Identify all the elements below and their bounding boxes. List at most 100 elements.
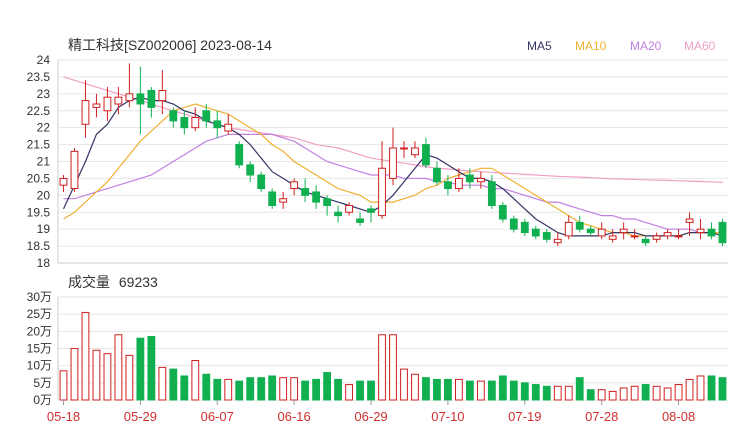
candle: [674, 229, 683, 240]
candle-body: [520, 221, 529, 234]
volume-tick-label: 25万: [27, 307, 52, 321]
candle-body: [652, 235, 661, 240]
candle-body: [103, 96, 112, 112]
volume-bar: [70, 348, 79, 401]
price-tick-label: 18: [37, 256, 51, 270]
candle-body: [564, 221, 573, 237]
volume-bar: [136, 337, 145, 401]
stock-chart-svg: 精工科技[SZ002006] 2023-08-14 MA5 MA10 MA20 MA6…: [27, 37, 728, 424]
volume-bar: [389, 334, 397, 401]
candle-body: [367, 208, 375, 213]
candle: [520, 219, 529, 236]
volume-bar: [180, 375, 189, 401]
volume-bar: [465, 380, 474, 401]
volume-bar: [367, 380, 375, 401]
candle: [70, 147, 79, 192]
volume-tick-label: 5万: [33, 376, 52, 390]
candle: [542, 229, 551, 243]
volume-bar: [674, 384, 683, 401]
candle: [422, 137, 430, 169]
price-tick-label: 21: [37, 155, 51, 169]
candle-body: [114, 96, 123, 105]
candle-body: [158, 89, 167, 102]
price-tick-label: 20.5: [27, 171, 51, 185]
candle-body: [454, 177, 463, 190]
candle: [169, 107, 178, 128]
volume-bar: [663, 387, 672, 401]
candle: [268, 188, 277, 209]
volume-bar: [378, 334, 386, 401]
candle-body: [586, 228, 595, 234]
volume-bar: [59, 370, 68, 401]
candle-body: [312, 191, 321, 203]
candle: [257, 171, 266, 192]
volume-bar: [411, 373, 419, 401]
volume-bar: [235, 380, 244, 401]
volume-bar: [81, 311, 90, 401]
candle-body: [696, 228, 705, 234]
volume-bar: [608, 390, 617, 401]
candle-body: [553, 238, 562, 244]
candle-body: [290, 181, 299, 190]
volume-bar: [586, 389, 595, 401]
candle-body: [180, 117, 189, 129]
candle-body: [531, 228, 540, 237]
volume-bar: [323, 372, 332, 401]
volume-bar: [158, 366, 167, 401]
candle-body: [674, 235, 683, 238]
candle: [367, 205, 375, 223]
candle-body: [125, 93, 134, 102]
candle-body: [345, 204, 353, 213]
volume-tick-label: 0万: [33, 393, 52, 407]
volume-bar: [114, 334, 123, 401]
volume-bar: [224, 378, 233, 401]
volume-bar: [641, 384, 650, 401]
candle: [586, 225, 595, 236]
candle-body: [498, 204, 507, 220]
price-tick-label: 19: [37, 222, 51, 236]
candle-body: [279, 198, 288, 203]
candle-body: [356, 218, 364, 223]
legend-item-ma60: MA60: [684, 39, 716, 53]
volume-bar: [630, 385, 639, 401]
candle: [334, 205, 342, 223]
candle: [696, 219, 705, 240]
volume-bar: [191, 360, 200, 401]
candle-body: [191, 117, 200, 129]
candle-body: [400, 147, 408, 150]
date-tick-label: 05-18: [47, 409, 80, 424]
date-axis: 05-18 05-29 06-07 06-16 06-29 07-10 07-19 07-28…: [47, 400, 695, 424]
price-tick-label: 21.5: [27, 138, 51, 152]
volume-label: 成交量 69233: [68, 274, 158, 290]
candle: [575, 215, 584, 233]
candle-body: [542, 232, 551, 240]
volume-bar: [422, 377, 430, 401]
date-tick-label: 08-08: [662, 409, 695, 424]
chart-title: 精工科技[SZ002006] 2023-08-14: [68, 37, 272, 53]
date-tick-label: 07-28: [585, 409, 618, 424]
candle: [301, 178, 310, 203]
volume-bar: [312, 378, 321, 401]
candle-body: [685, 218, 694, 223]
candle: [92, 93, 101, 118]
volume-bar: [257, 377, 266, 401]
candle-body: [213, 120, 222, 129]
candle-body: [70, 150, 79, 190]
stock-chart: 精工科技[SZ002006] 2023-08-14 MA5 MA10 MA20 MA6…: [0, 0, 740, 440]
candle: [630, 229, 639, 240]
candle-body: [235, 144, 244, 166]
volume-bar: [334, 378, 342, 401]
legend-item-ma5: MA5: [527, 39, 552, 53]
volume-bar: [400, 368, 408, 401]
candle: [312, 185, 321, 209]
candle-body: [378, 167, 386, 217]
candle: [147, 87, 156, 118]
candle-body: [718, 221, 727, 244]
candle: [103, 87, 112, 121]
candle: [663, 229, 672, 240]
price-tick-label: 23: [37, 87, 51, 101]
candle: [608, 229, 617, 243]
volume-bar: [542, 385, 551, 401]
candle-body: [444, 181, 452, 190]
candle: [564, 215, 573, 240]
